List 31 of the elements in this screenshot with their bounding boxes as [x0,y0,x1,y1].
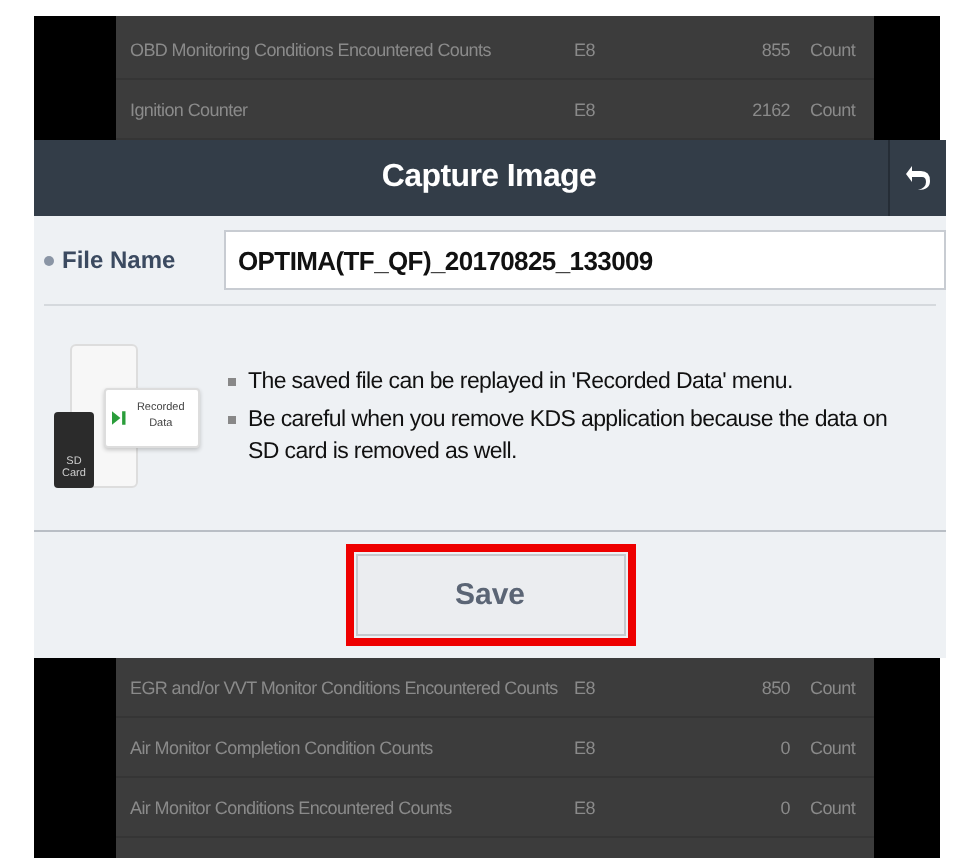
parameter-value: 855 [759,39,790,59]
parameter-name: Air Monitor Conditions Encountered Counts [128,797,454,817]
parameter-value: 850 [759,677,790,697]
save-button[interactable]: Save [355,554,625,636]
parameter-name: Air Monitor Completion Condition Counts [128,737,435,757]
parameter-unit: E8 [574,99,597,119]
parameter-measure: Count [808,39,856,59]
parameter-measure: Count [808,737,856,757]
bullet-icon [228,377,236,386]
parameter-measure: Count [808,99,856,119]
parameter-measure: Count [808,797,856,817]
parameter-unit: E8 [574,677,597,697]
bullet-icon [228,416,236,425]
parameter-measure: Count [808,677,856,697]
back-arrow-icon [904,162,932,194]
file-name-label: File Name [62,246,176,274]
file-name-field[interactable]: OPTIMA(TF_QF)_20170825_133009 [224,230,946,290]
dialog-title: Capture Image [379,160,599,196]
info-note: The saved file can be replayed in 'Recorded Data' menu. [248,367,793,398]
parameter-name: Ignition Counter [128,99,250,119]
parameter-value: 2162 [750,99,790,119]
parameter-name: EGR and/or VVT Monitor Conditions Encountered Counts [128,677,560,697]
parameter-unit: E8 [574,39,597,59]
parameter-value: 0 [778,797,790,817]
bullet-icon [44,255,54,265]
parameter-value: 0 [778,737,790,757]
play-icon [112,409,126,425]
parameter-unit: E8 [574,737,597,757]
parameter-name: OBD Monitoring Conditions Encountered Counts [128,39,493,59]
info-note: Be careful when you remove KDS application because the data on SD card is removed as well. [248,406,890,468]
parameter-unit: E8 [574,797,597,817]
